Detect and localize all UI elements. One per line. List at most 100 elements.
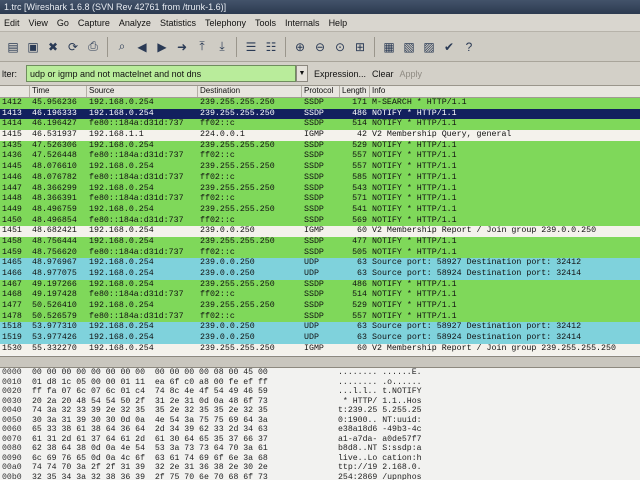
menu-capture[interactable]: Capture (78, 18, 110, 28)
packet-length: 557 (352, 151, 367, 161)
coloring-rules-icon[interactable]: ▨ (420, 37, 438, 57)
column-header-time[interactable]: Time (30, 86, 87, 97)
menu-tools[interactable]: Tools (255, 18, 276, 28)
packet-row[interactable]: 1468 49.197428 fe80::184a:d31d:737 ff02::c S… (0, 290, 640, 302)
packet-row[interactable]: 1458 48.756444 192.168.0.254 239.255.255.25… (0, 236, 640, 248)
clear-button[interactable]: Clear (372, 69, 394, 79)
packet-protocol: IGMP (304, 130, 324, 140)
column-header-length[interactable]: Length (340, 86, 370, 97)
go-first-icon[interactable]: ⤒ (193, 37, 211, 57)
packet-destination: 239.255.255.250 (200, 236, 275, 246)
menu-help[interactable]: Help (329, 18, 348, 28)
packet-row[interactable]: 1518 53.977310 192.168.0.254 239.0.0.250 UDP… (0, 322, 640, 334)
packet-row[interactable]: 1451 48.682421 192.168.0.254 239.0.0.250 IGM… (0, 226, 640, 237)
close-file-icon[interactable]: ✖ (44, 37, 62, 57)
packet-no: 1446 (2, 172, 22, 182)
hex-offset: 0090 (2, 453, 22, 463)
display-filter-input[interactable]: udp or igmp and not mactelnet and not dn… (26, 65, 296, 82)
column-header-no[interactable] (0, 86, 30, 97)
packet-row[interactable]: 1447 48.366299 192.168.0.254 239.255.255.25… (0, 183, 640, 195)
packet-protocol: SSDP (304, 236, 324, 246)
packet-destination: ff02::c (200, 119, 235, 129)
pane-splitter[interactable] (0, 356, 640, 368)
colorize-icon[interactable]: ☰ (242, 37, 260, 57)
menu-internals[interactable]: Internals (285, 18, 320, 28)
hex-offset: 0050 (2, 415, 22, 425)
packet-destination: 239.255.255.250 (200, 343, 275, 353)
zoom-in-icon[interactable]: ⊕ (291, 37, 309, 57)
packet-length: 171 (352, 98, 367, 107)
packet-row[interactable]: 1436 47.526448 fe80::184a:d31d:737 ff02::c S… (0, 151, 640, 163)
packet-row[interactable]: 1448 48.366391 fe80::184a:d31d:737 ff02::c S… (0, 194, 640, 205)
packet-row[interactable]: 1446 48.076782 fe80::184a:d31d:737 ff02::c S… (0, 172, 640, 184)
chevron-down-icon[interactable]: ▼ (296, 65, 308, 82)
go-back-icon[interactable]: ◀ (133, 37, 151, 57)
hex-bytes: 62 38 64 38 0d 0a 4e 54 53 3a 73 73 64 7… (32, 444, 268, 453)
packet-row[interactable]: 1450 48.496854 fe80::184a:d31d:737 ff02::c S… (0, 215, 640, 227)
packet-row[interactable]: 1466 48.977075 192.168.0.254 239.0.0.250 UDP… (0, 269, 640, 280)
column-header-destination[interactable]: Destination (198, 86, 302, 97)
packet-bytes-pane[interactable]: 0000 00 00 00 00 00 00 00 00 00 00 00 00 … (0, 368, 640, 480)
resize-columns-icon[interactable]: ⊞ (351, 37, 369, 57)
packet-row[interactable]: 1445 48.076610 192.168.0.254 239.255.255.25… (0, 162, 640, 173)
packet-row[interactable]: 1412 45.956236 192.168.0.254 239.255.255.25… (0, 98, 640, 109)
packet-time: 48.076782 (32, 172, 77, 182)
open-file-icon[interactable]: ▤ (4, 37, 22, 57)
column-header-source[interactable]: Source (87, 86, 198, 97)
packet-row[interactable]: 1467 49.197266 192.168.0.254 239.255.255.25… (0, 279, 640, 291)
go-to-packet-icon[interactable]: ➜ (173, 37, 191, 57)
column-header-info[interactable]: Info (370, 86, 640, 97)
help-icon[interactable]: ? (460, 37, 478, 57)
packet-source: 192.168.0.254 (89, 269, 154, 278)
packet-info: NOTIFY * HTTP/1.1 (372, 290, 457, 300)
packet-source: fe80::184a:d31d:737 (89, 119, 184, 129)
packet-row[interactable]: 1414 46.196427 fe80::184a:d31d:737 ff02::c S… (0, 119, 640, 131)
packet-length: 529 (352, 301, 367, 311)
column-header-protocol[interactable]: Protocol (302, 86, 340, 97)
packet-row[interactable]: 1530 55.332270 192.168.0.254 239.255.255.25… (0, 343, 640, 355)
apply-button[interactable]: Apply (400, 69, 423, 79)
packet-no: 1445 (2, 162, 22, 172)
title-bar: 1.trc [Wireshark 1.6.8 (SVN Rev 42761 fr… (0, 0, 640, 14)
menu-statistics[interactable]: Statistics (160, 18, 196, 28)
packet-destination: 239.0.0.250 (200, 269, 255, 278)
packet-protocol: UDP (304, 333, 319, 343)
packet-row[interactable]: 1415 46.531937 192.168.1.1 224.0.0.1 IGMP 42 V… (0, 130, 640, 141)
go-last-icon[interactable]: ⤓ (213, 37, 231, 57)
menu-go[interactable]: Go (57, 18, 69, 28)
capture-filters-icon[interactable]: ▦ (380, 37, 398, 57)
packet-row[interactable]: 1477 50.526410 192.168.0.254 239.255.255.25… (0, 301, 640, 312)
menu-telephony[interactable]: Telephony (205, 18, 246, 28)
packet-info: NOTIFY * HTTP/1.1 (372, 215, 457, 225)
packet-row[interactable]: 1413 46.196333 192.168.0.254 239.255.255.25… (0, 108, 640, 120)
hex-bytes: 6c 69 76 65 0d 0a 4c 6f 63 61 74 69 6f 6… (32, 453, 268, 463)
packet-info: NOTIFY * HTTP/1.1 (372, 194, 457, 204)
zoom-out-icon[interactable]: ⊖ (311, 37, 329, 57)
packet-row[interactable]: 1435 47.526306 192.168.0.254 239.255.255.25… (0, 140, 640, 152)
reload-icon[interactable]: ⟳ (64, 37, 82, 57)
auto-scroll-icon[interactable]: ☷ (262, 37, 280, 57)
menu-view[interactable]: View (29, 18, 48, 28)
hex-offset: 0020 (2, 387, 22, 396)
packet-row[interactable]: 1478 50.526579 fe80::184a:d31d:737 ff02::c S… (0, 311, 640, 323)
packet-row[interactable]: 1519 53.977426 192.168.0.254 239.0.0.250 UDP… (0, 333, 640, 344)
packet-length: 571 (352, 194, 367, 204)
window-title: 1.trc [Wireshark 1.6.8 (SVN Rev 42761 fr… (4, 2, 227, 12)
zoom-normal-icon[interactable]: ⊙ (331, 37, 349, 57)
packet-row[interactable]: 1449 48.496759 192.168.0.254 239.255.255.25… (0, 204, 640, 216)
go-forward-icon[interactable]: ▶ (153, 37, 171, 57)
menu-edit[interactable]: Edit (4, 18, 20, 28)
display-filters-icon[interactable]: ▧ (400, 37, 418, 57)
expression-button[interactable]: Expression... (314, 69, 366, 79)
packet-row[interactable]: 1465 48.976967 192.168.0.254 239.0.0.250 UDP… (0, 258, 640, 269)
packet-length: 42 (357, 130, 367, 140)
find-packet-icon[interactable]: ⌕ (113, 37, 131, 57)
preferences-icon[interactable]: ✔ (440, 37, 458, 57)
save-icon[interactable]: ▣ (24, 37, 42, 57)
packet-list[interactable]: 1412 45.956236 192.168.0.254 239.255.255.25… (0, 98, 640, 356)
packet-destination: 239.0.0.250 (200, 226, 255, 236)
menu-analyze[interactable]: Analyze (119, 18, 151, 28)
packet-protocol: SSDP (304, 279, 324, 289)
print-icon[interactable]: ⎙ (84, 37, 102, 57)
packet-row[interactable]: 1459 48.756620 fe80::184a:d31d:737 ff02::c S… (0, 247, 640, 259)
